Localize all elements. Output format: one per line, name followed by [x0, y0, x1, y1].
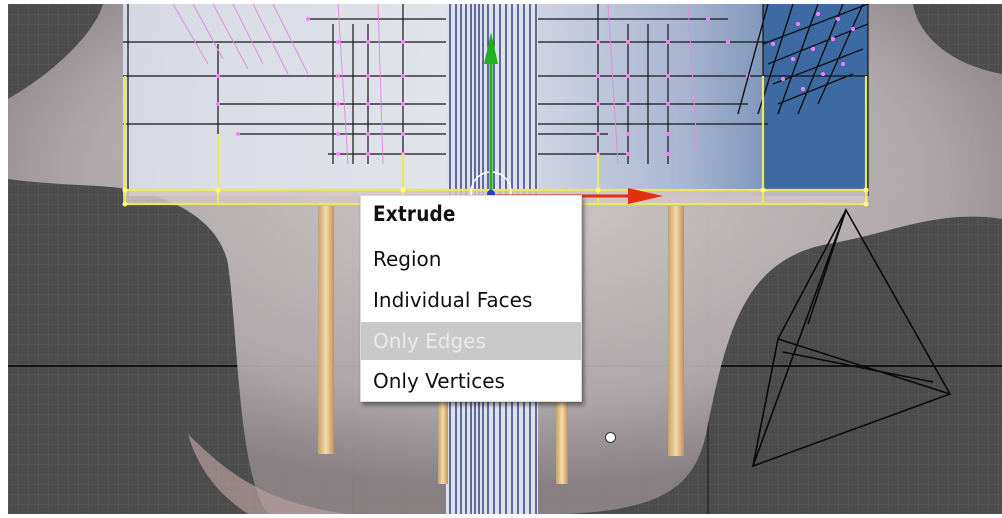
menu-item-only-edges[interactable]: Only Edges	[361, 322, 581, 360]
menu-item-individual-faces[interactable]: Individual Faces	[361, 281, 581, 319]
menu-item-region[interactable]: Region	[361, 240, 581, 278]
menu-title: Extrude	[373, 202, 456, 226]
menu-item-only-vertices[interactable]: Only Vertices	[361, 362, 581, 400]
extrude-popup-menu: Extrude Region Individual Faces Only Edg…	[360, 195, 582, 402]
3d-cursor-icon	[605, 432, 616, 443]
